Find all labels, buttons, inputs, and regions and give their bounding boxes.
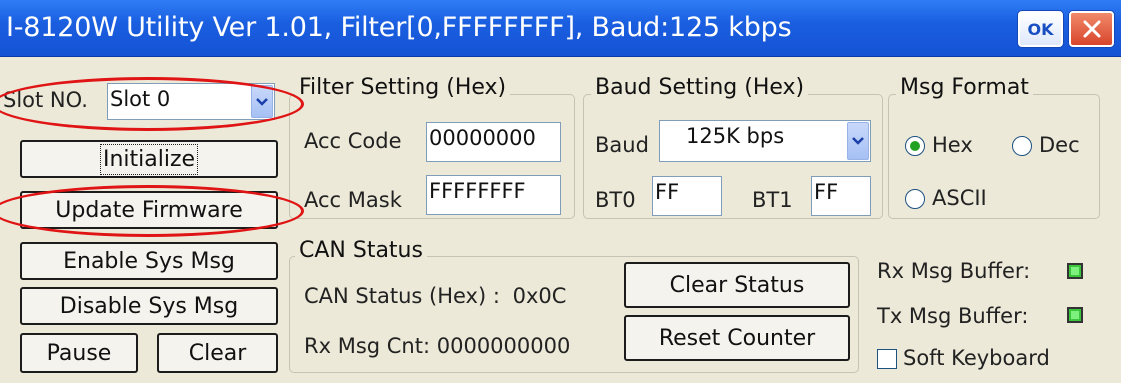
ascii-radio[interactable] (905, 189, 925, 209)
chevron-down-icon[interactable] (251, 85, 273, 118)
pause-label: Pause (46, 340, 112, 366)
window-title: I-8120W Utility Ver 1.01, Filter[0,FFFFF… (6, 12, 792, 43)
bt0-input[interactable]: FF (652, 176, 722, 216)
initialize-button[interactable]: Initialize (20, 140, 278, 178)
disable-sys-msg-label: Disable Sys Msg (59, 293, 239, 319)
pause-button[interactable]: Pause (20, 333, 138, 373)
baud-select-value: 125K bps (686, 124, 785, 148)
title-bar: I-8120W Utility Ver 1.01, Filter[0,FFFFF… (0, 0, 1121, 57)
filter-setting-title: Filter Setting (Hex) (295, 75, 511, 100)
ok-button[interactable]: OK (1018, 11, 1063, 47)
slot-select-value: Slot 0 (110, 87, 171, 111)
acc-code-label: Acc Code (304, 129, 402, 153)
clear-status-button[interactable]: Clear Status (624, 262, 850, 308)
chevron-down-icon[interactable] (847, 122, 869, 160)
acc-mask-input[interactable]: FFFFFFFF (426, 175, 561, 215)
dec-radio-label: Dec (1039, 133, 1080, 157)
bt1-input[interactable]: FF (811, 176, 871, 216)
initialize-label: Initialize (99, 143, 199, 175)
can-status-title: CAN Status (295, 238, 427, 263)
slot-select[interactable]: Slot 0 (107, 83, 275, 120)
bt0-label: BT0 (595, 188, 636, 212)
client-area: Slot NO. Slot 0 Initialize Update Firmwa… (0, 57, 1121, 383)
dec-radio[interactable] (1012, 136, 1032, 156)
rx-msg-cnt-label: Rx Msg Cnt: 0000000000 (304, 334, 570, 358)
rx-msg-cnt-value: 0000000000 (436, 334, 571, 358)
update-firmware-button[interactable]: Update Firmware (20, 191, 278, 229)
reset-counter-button[interactable]: Reset Counter (624, 315, 850, 361)
rx-buffer-label: Rx Msg Buffer: (877, 259, 1031, 283)
slot-label: Slot NO. (3, 88, 88, 112)
ascii-radio-label: ASCII (932, 186, 987, 210)
clear-status-label: Clear Status (669, 272, 805, 298)
can-status-label: CAN Status (Hex) : 0x0C (304, 284, 566, 308)
hex-radio-label: Hex (932, 133, 973, 157)
soft-keyboard-checkbox[interactable] (877, 349, 897, 369)
rx-buffer-led-icon (1067, 263, 1083, 279)
enable-sys-msg-label: Enable Sys Msg (63, 248, 235, 274)
clear-button[interactable]: Clear (157, 333, 278, 373)
rx-msg-cnt-label-text: Rx Msg Cnt: (304, 334, 431, 358)
can-status-label-text: CAN Status (Hex) : (304, 284, 500, 308)
baud-select[interactable]: 125K bps (659, 120, 871, 162)
can-status-value: 0x0C (512, 284, 567, 308)
ok-label: OK (1027, 19, 1054, 39)
disable-sys-msg-button[interactable]: Disable Sys Msg (20, 287, 278, 325)
clear-label: Clear (188, 340, 247, 366)
update-firmware-label: Update Firmware (55, 197, 243, 223)
tx-buffer-label: Tx Msg Buffer: (877, 304, 1029, 328)
baud-label: Baud (595, 133, 649, 157)
baud-setting-title: Baud Setting (Hex) (591, 75, 809, 100)
acc-code-input[interactable]: 00000000 (426, 122, 561, 162)
close-button[interactable] (1069, 11, 1114, 47)
msg-format-title: Msg Format (896, 75, 1033, 100)
bt1-label: BT1 (752, 188, 793, 212)
enable-sys-msg-button[interactable]: Enable Sys Msg (20, 242, 278, 280)
acc-mask-label: Acc Mask (304, 188, 402, 212)
reset-counter-label: Reset Counter (658, 325, 816, 351)
tx-buffer-led-icon (1067, 307, 1083, 323)
hex-radio[interactable] (905, 136, 925, 156)
close-icon (1083, 20, 1100, 38)
soft-keyboard-label: Soft Keyboard (903, 346, 1050, 370)
